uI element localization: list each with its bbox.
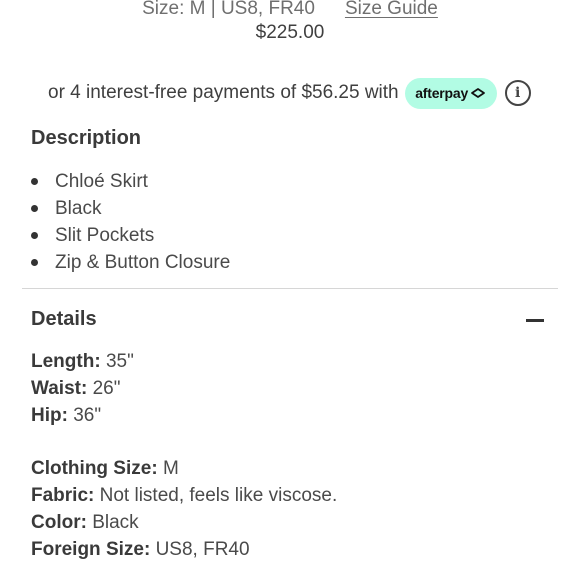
- spec-length: Length: 35": [31, 351, 134, 372]
- bullet-icon: [31, 205, 38, 212]
- afterpay-logo-text: afterpay: [415, 85, 469, 101]
- bullet-icon: [31, 232, 38, 239]
- price: $225.00: [255, 22, 325, 43]
- spec-clothing-size: Clothing Size: M: [31, 458, 179, 479]
- spec-waist: Waist: 26": [31, 378, 121, 399]
- spec-color: Color: Black: [31, 512, 139, 533]
- spec-foreign-size: Foreign Size: US8, FR40: [31, 539, 250, 560]
- spec-hip: Hip: 36": [31, 405, 102, 426]
- afterpay-text: or 4 interest-free payments of $56.25 wi…: [48, 82, 399, 103]
- list-item: Zip & Button Closure: [30, 249, 230, 276]
- list-item: Chloé Skirt: [30, 168, 230, 195]
- bullet-icon: [31, 259, 38, 266]
- info-icon[interactable]: i: [504, 80, 531, 106]
- size-row: Size: M | US8, FR40 Size Guide: [0, 0, 580, 21]
- section-divider: [22, 288, 558, 289]
- afterpay-row: or 4 interest-free payments of $56.25 wi…: [48, 76, 531, 110]
- spec-fabric: Fabric: Not listed, feels like viscose.: [31, 485, 338, 506]
- list-item: Black: [30, 195, 230, 222]
- minus-icon[interactable]: [526, 319, 544, 322]
- description-list: Chloé Skirt Black Slit Pockets Zip & But…: [30, 168, 230, 276]
- size-text: Size: M | US8, FR40: [142, 0, 315, 19]
- afterpay-arrows-icon: [471, 88, 485, 98]
- details-title[interactable]: Details: [31, 308, 97, 331]
- afterpay-badge[interactable]: afterpay: [404, 77, 497, 109]
- description-title: Description: [31, 127, 142, 149]
- bullet-icon: [31, 178, 38, 185]
- size-guide-link[interactable]: Size Guide: [345, 0, 438, 20]
- list-item: Slit Pockets: [30, 222, 230, 249]
